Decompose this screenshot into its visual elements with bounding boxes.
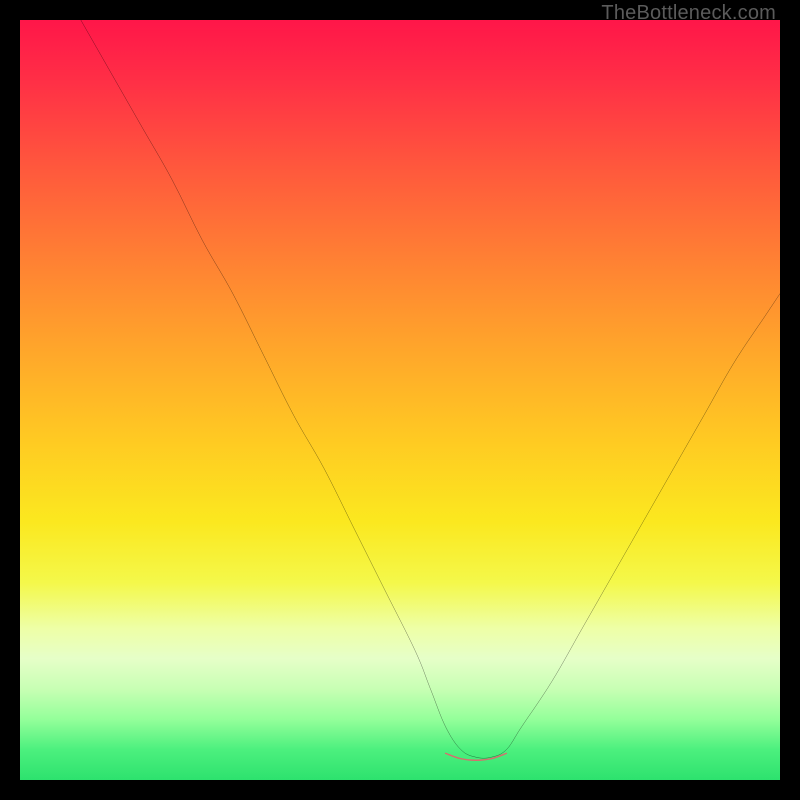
chart-frame: TheBottleneck.com (0, 0, 800, 800)
gradient-background (20, 20, 780, 780)
plot-area (20, 20, 780, 780)
